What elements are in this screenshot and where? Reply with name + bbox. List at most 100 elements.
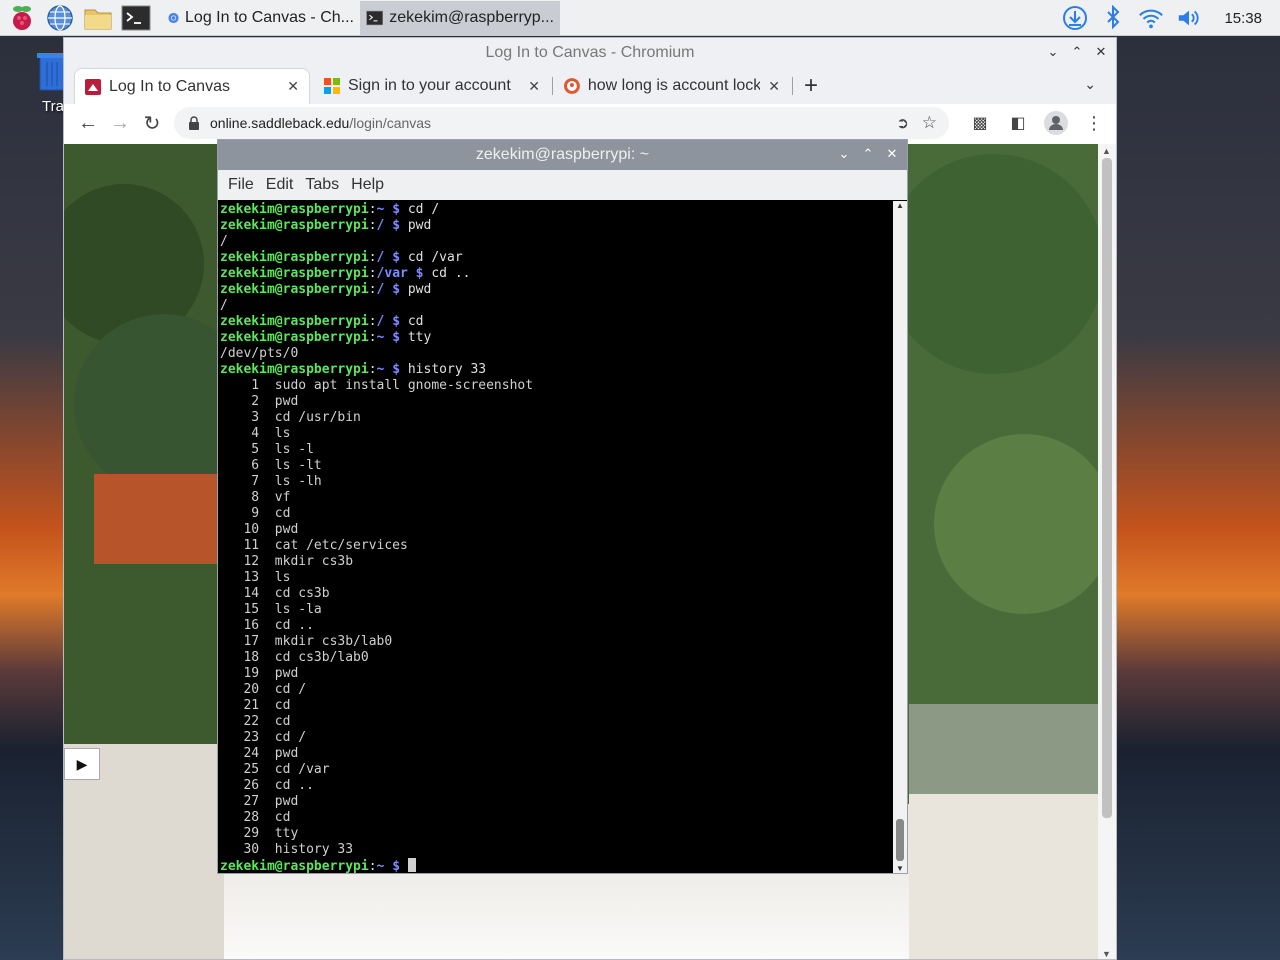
- prompt-user: zekekim@raspberrypi: [220, 218, 369, 233]
- prompt-user: zekekim@raspberrypi: [220, 202, 369, 217]
- reload-icon[interactable]: ↻: [136, 107, 168, 139]
- terminal-output-text: 8 vf: [220, 490, 291, 505]
- terminal-line: 6 ls -lt: [220, 458, 892, 474]
- address-bar[interactable]: online.saddleback.edu/login/canvas ➲ ☆: [174, 107, 949, 139]
- terminal-line: 22 cd: [220, 714, 892, 730]
- lock-icon: [189, 116, 199, 130]
- tab-canvas[interactable]: Log In to Canvas ✕: [74, 68, 310, 104]
- close-icon[interactable]: ✕: [1094, 42, 1108, 62]
- bookmark-star-icon[interactable]: ☆: [922, 113, 937, 133]
- maximize-icon[interactable]: ⌃: [861, 144, 875, 164]
- extensions-puzzle-icon[interactable]: ▩: [964, 107, 996, 139]
- taskbar-task-terminal[interactable]: zekekim@raspberryp...: [360, 0, 560, 35]
- menu-kebab-icon[interactable]: ⋮: [1078, 107, 1110, 139]
- url-path: /login/canvas: [349, 115, 432, 131]
- terminal-line: 5 ls -l: [220, 442, 892, 458]
- prompt-directory: /var: [376, 266, 408, 281]
- file-manager-folder-icon[interactable]: [82, 2, 114, 34]
- terminal-line: zekekim@raspberrypi:~ $ tty: [220, 330, 432, 345]
- bluetooth-icon[interactable]: [1100, 5, 1126, 31]
- terminal-scrollbar[interactable]: ▲ ▼: [893, 201, 907, 873]
- terminal-output-text: 29 tty: [220, 826, 299, 841]
- terminal-line: 4 ls: [220, 426, 892, 442]
- wifi-icon[interactable]: [1138, 5, 1164, 31]
- scroll-up-arrow-icon[interactable]: ▲: [1102, 146, 1111, 156]
- terminal-cursor[interactable]: [407, 858, 416, 872]
- taskbar-task-label: Log In to Canvas - Ch...: [185, 8, 354, 26]
- menu-tabs[interactable]: Tabs: [299, 176, 345, 194]
- terminal-line: /dev/pts/0: [220, 346, 892, 362]
- terminal-titlebar[interactable]: zekekim@raspberrypi: ~ ⌄ ⌃ ✕: [218, 140, 907, 170]
- prompt-user: zekekim@raspberrypi: [220, 266, 369, 281]
- menu-file[interactable]: File: [222, 176, 260, 194]
- terminal-output[interactable]: zekekim@raspberrypi:~ $ cd / zekekim@rasp…: [220, 201, 892, 873]
- terminal-output-text: 15 ls -la: [220, 602, 322, 617]
- volume-icon[interactable]: [1176, 5, 1202, 31]
- forward-arrow-icon[interactable]: →: [104, 107, 136, 139]
- terminal-line: zekekim@raspberrypi:/ $ pwd: [220, 282, 432, 297]
- terminal-line: 12 mkdir cs3b: [220, 554, 892, 570]
- terminal-line: zekekim@raspberrypi:/var $ cd ..: [220, 266, 471, 281]
- side-panel-icon[interactable]: ◧: [1002, 107, 1034, 139]
- download-icon[interactable]: [1062, 5, 1088, 31]
- clock[interactable]: 15:38: [1224, 10, 1262, 27]
- terminal-line: zekekim@raspberrypi:~ $ cd /: [220, 202, 440, 217]
- terminal-command: cd /: [407, 202, 440, 217]
- terminal-line: 19 pwd: [220, 666, 892, 682]
- scroll-thumb[interactable]: [1102, 158, 1112, 818]
- terminal-command: cd /var: [407, 250, 463, 265]
- url-host: online.saddleback.edu: [210, 115, 350, 131]
- menu-edit[interactable]: Edit: [260, 176, 300, 194]
- terminal-output-text: 1 sudo apt install gnome-screenshot: [220, 378, 534, 393]
- tab-sign-in[interactable]: Sign in to your account ✕: [314, 68, 550, 104]
- tab-label: how long is account lock: [587, 77, 761, 94]
- terminal-output-text: /dev/pts/0: [220, 346, 299, 361]
- menu-help[interactable]: Help: [345, 176, 390, 194]
- new-tab-button[interactable]: +: [804, 72, 818, 100]
- tab-search-icon[interactable]: ⌄: [1084, 76, 1096, 93]
- terminal-command: history 33: [407, 362, 487, 377]
- tab-divider: [552, 77, 553, 95]
- tab-label: Sign in to your account: [348, 77, 511, 94]
- close-tab-icon[interactable]: ✕: [768, 78, 780, 95]
- profile-avatar-icon[interactable]: [1040, 107, 1072, 139]
- terminal-output-text: 12 mkdir cs3b: [220, 554, 354, 569]
- canvas-favicon-icon: [85, 78, 101, 95]
- taskbar-task-chromium[interactable]: Log In to Canvas - Ch...: [162, 1, 360, 35]
- maximize-icon[interactable]: ⌃: [1070, 42, 1084, 62]
- terminal-output-text: 18 cd cs3b/lab0: [220, 650, 369, 665]
- terminal-output-text: 6 ls -lt: [220, 458, 322, 473]
- share-icon[interactable]: ➲: [896, 114, 909, 132]
- minimize-icon[interactable]: ⌄: [1046, 42, 1060, 62]
- page-scrollbar[interactable]: ▲ ▼: [1098, 144, 1116, 959]
- chromium-titlebar[interactable]: Log In to Canvas - Chromium ⌄ ⌃ ✕: [64, 38, 1116, 68]
- tab-label: Log In to Canvas: [109, 77, 230, 95]
- prompt-user: zekekim@raspberrypi: [220, 362, 369, 377]
- terminal-line: 2 pwd: [220, 394, 892, 410]
- terminal-output-text: 2 pwd: [220, 394, 299, 409]
- terminal-launcher-icon[interactable]: [120, 2, 152, 34]
- back-arrow-icon[interactable]: ←: [72, 107, 104, 139]
- minimize-icon[interactable]: ⌄: [837, 144, 851, 164]
- close-tab-icon[interactable]: ✕: [287, 78, 299, 95]
- web-browser-globe-icon[interactable]: [44, 2, 76, 34]
- prompt-user: zekekim@raspberrypi: [220, 859, 369, 873]
- terminal-line: 29 tty: [220, 826, 892, 842]
- taskbar: Log In to Canvas - Ch... zekekim@raspber…: [0, 0, 1280, 36]
- terminal-scroll-thumb[interactable]: [896, 819, 904, 861]
- terminal-line: 16 cd ..: [220, 618, 892, 634]
- terminal-line: 21 cd: [220, 698, 892, 714]
- tab-account-lock[interactable]: how long is account lock ✕: [554, 68, 790, 104]
- terminal-line: /: [220, 234, 892, 250]
- close-tab-icon[interactable]: ✕: [528, 78, 540, 95]
- scroll-down-arrow-icon[interactable]: ▼: [896, 864, 904, 873]
- close-icon[interactable]: ✕: [885, 144, 899, 164]
- play-button[interactable]: ▶: [64, 748, 100, 780]
- terminal-output-text: 19 pwd: [220, 666, 299, 681]
- terminal-line: zekekim@raspberrypi:/ $ pwd: [220, 218, 432, 233]
- raspberry-pi-menu-icon[interactable]: [6, 2, 38, 34]
- terminal-output-text: 4 ls: [220, 426, 291, 441]
- terminal-line: 7 ls -lh: [220, 474, 892, 490]
- scroll-down-arrow-icon[interactable]: ▼: [1102, 949, 1111, 959]
- scroll-up-arrow-icon[interactable]: ▲: [896, 201, 904, 210]
